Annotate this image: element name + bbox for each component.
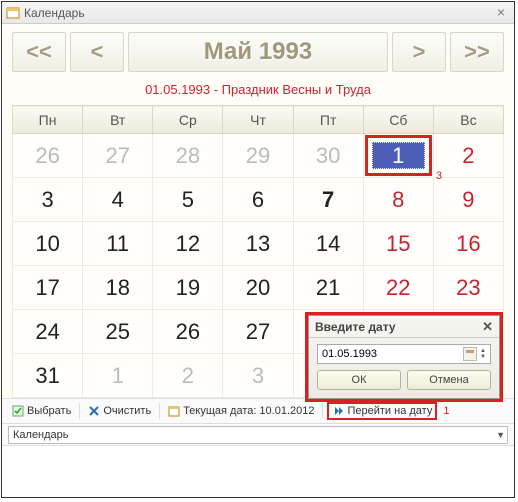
date-entry-dialog: Введите дату ✕ 01.05.1993 ▲▼ ОК Отмена xyxy=(308,315,500,399)
weekday-header: Пт xyxy=(293,106,363,134)
weekday-header: Вс xyxy=(433,106,503,134)
view-selector-row: Календарь ▼ xyxy=(2,424,514,446)
weekday-header: Сб xyxy=(363,106,433,134)
day-cell[interactable]: 4 xyxy=(83,178,153,222)
dialog-titlebar: Введите дату ✕ xyxy=(309,316,499,338)
next-year-button[interactable]: >> xyxy=(450,32,504,72)
view-dropdown[interactable]: Календарь ▼ xyxy=(8,426,508,444)
day-cell[interactable]: 24 xyxy=(13,310,83,354)
day-cell[interactable]: 5 xyxy=(153,178,223,222)
date-input[interactable]: 01.05.1993 ▲▼ xyxy=(317,344,491,364)
goto-date-button[interactable]: Перейти на дату xyxy=(332,405,432,417)
day-cell[interactable]: 2 xyxy=(433,134,503,178)
month-navbar: << < Май 1993 > >> xyxy=(12,32,504,72)
month-title[interactable]: Май 1993 xyxy=(128,32,388,72)
date-entry-dialog-highlight: Введите дату ✕ 01.05.1993 ▲▼ ОК Отмена xyxy=(305,312,503,402)
separator xyxy=(79,403,80,419)
titlebar: Календарь × xyxy=(2,2,514,24)
clear-button[interactable]: Очистить xyxy=(84,403,155,419)
today-label: Текущая дата: xyxy=(183,405,256,417)
day-cell[interactable]: 30 xyxy=(293,134,363,178)
day-cell[interactable]: 18 xyxy=(83,266,153,310)
today-value: 10.01.2012 xyxy=(259,405,314,417)
day-cell[interactable]: 31 xyxy=(13,354,83,398)
day-cell[interactable]: 8 xyxy=(363,178,433,222)
separator xyxy=(159,403,160,419)
date-spinner[interactable]: ▲▼ xyxy=(478,348,488,360)
holiday-label: 01.05.1993 - Праздник Весны и Труда xyxy=(12,76,504,105)
date-input-value: 01.05.1993 xyxy=(322,348,377,360)
dropdown-value: Календарь xyxy=(13,429,69,441)
goto-label: Перейти на дату xyxy=(347,405,432,417)
selection-highlight: 1 xyxy=(365,135,432,176)
day-cell[interactable]: 17 xyxy=(13,266,83,310)
clear-label: Очистить xyxy=(103,405,151,417)
weekday-header: Пн xyxy=(13,106,83,134)
day-cell[interactable]: 16 xyxy=(433,222,503,266)
prev-month-button[interactable]: < xyxy=(70,32,124,72)
day-cell[interactable]: 3 xyxy=(223,354,293,398)
prev-year-button[interactable]: << xyxy=(12,32,66,72)
day-cell[interactable]: 1 xyxy=(363,134,433,178)
day-cell[interactable]: 20 xyxy=(223,266,293,310)
day-cell[interactable]: 2 xyxy=(153,354,223,398)
marker-1: 1 xyxy=(443,405,449,417)
day-cell[interactable]: 25 xyxy=(83,310,153,354)
day-cell[interactable]: 3 xyxy=(13,178,83,222)
day-cell[interactable]: 14 xyxy=(293,222,363,266)
cancel-button[interactable]: Отмена xyxy=(407,370,491,390)
day-cell[interactable]: 28 xyxy=(153,134,223,178)
day-cell[interactable]: 11 xyxy=(83,222,153,266)
select-label: Выбрать xyxy=(27,405,71,417)
day-cell[interactable]: 7 xyxy=(293,178,363,222)
day-cell[interactable]: 9 xyxy=(433,178,503,222)
day-cell[interactable]: 23 xyxy=(433,266,503,310)
close-button[interactable]: × xyxy=(492,5,510,21)
day-cell[interactable]: 15 xyxy=(363,222,433,266)
dialog-title: Введите дату xyxy=(315,320,396,334)
select-icon xyxy=(12,405,24,417)
day-cell[interactable]: 27 xyxy=(223,310,293,354)
day-cell[interactable]: 26 xyxy=(153,310,223,354)
goto-date-highlight: Перейти на дату xyxy=(327,402,437,420)
day-cell[interactable]: 10 xyxy=(13,222,83,266)
day-cell[interactable]: 12 xyxy=(153,222,223,266)
dialog-close-button[interactable]: ✕ xyxy=(482,319,493,335)
weekday-header: Вт xyxy=(83,106,153,134)
day-cell[interactable]: 21 xyxy=(293,266,363,310)
select-button[interactable]: Выбрать xyxy=(8,403,75,419)
next-month-button[interactable]: > xyxy=(392,32,446,72)
window-title: Календарь xyxy=(24,6,85,20)
day-cell[interactable]: 19 xyxy=(153,266,223,310)
day-cell[interactable]: 6 xyxy=(223,178,293,222)
app-icon xyxy=(6,6,20,20)
separator xyxy=(322,403,323,419)
selected-day: 1 xyxy=(372,142,425,169)
goto-icon xyxy=(332,405,344,417)
day-cell[interactable]: 27 xyxy=(83,134,153,178)
day-cell[interactable]: 13 xyxy=(223,222,293,266)
marker-3: 3 xyxy=(436,170,442,182)
ok-button[interactable]: ОК xyxy=(317,370,401,390)
weekday-header: Ср xyxy=(153,106,223,134)
day-cell[interactable]: 22 xyxy=(363,266,433,310)
today-button[interactable]: Текущая дата: 10.01.2012 xyxy=(164,403,318,419)
day-cell[interactable]: 1 xyxy=(83,354,153,398)
clear-icon xyxy=(88,405,100,417)
day-cell[interactable]: 29 xyxy=(223,134,293,178)
day-cell[interactable]: 26 xyxy=(13,134,83,178)
date-picker-icon[interactable] xyxy=(463,347,477,361)
chevron-down-icon: ▼ xyxy=(496,430,505,440)
calendar-icon xyxy=(168,405,180,417)
weekday-header: Чт xyxy=(223,106,293,134)
